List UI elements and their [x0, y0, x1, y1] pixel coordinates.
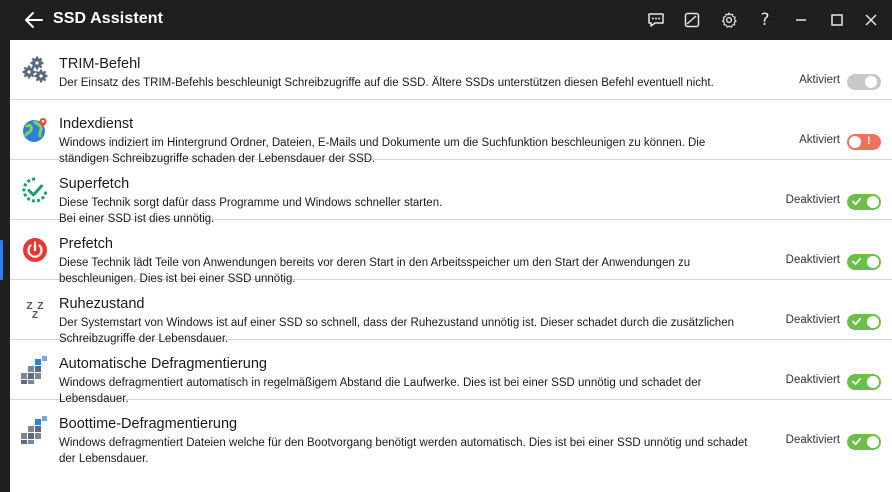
- window-title: SSD Assistent: [53, 10, 164, 27]
- gears-icon: [20, 55, 50, 85]
- setting-status: Deaktiviert: [785, 374, 840, 386]
- sleep-icon: Z Z Z: [20, 295, 50, 325]
- setting-description: Der Einsatz des TRIM-Befehls beschleunig…: [59, 77, 714, 89]
- theme-icon[interactable]: [679, 8, 705, 32]
- minimize-icon[interactable]: [788, 8, 814, 32]
- setting-toggle[interactable]: [847, 374, 881, 390]
- setting-row-boot-defrag: Boottime-Defragmentierung Windows defrag…: [10, 400, 892, 465]
- setting-row-trim: TRIM-Befehl Der Einsatz des TRIM-Befehls…: [10, 40, 892, 100]
- refresh-check-icon: [20, 175, 50, 205]
- setting-description: Windows defragmentiert Dateien welche fü…: [59, 437, 748, 465]
- help-icon[interactable]: ?: [752, 8, 778, 32]
- setting-title: Superfetch: [59, 176, 130, 192]
- setting-status: Aktiviert: [799, 134, 840, 146]
- feedback-icon[interactable]: [643, 8, 669, 32]
- setting-status: Deaktiviert: [785, 194, 840, 206]
- setting-row-ruhezustand: Z Z Z Ruhezustand Der Systemstart von Wi…: [10, 280, 892, 345]
- setting-title: Prefetch: [59, 236, 113, 252]
- sleep-glyph: Z Z Z: [26, 301, 44, 321]
- close-icon[interactable]: [858, 8, 884, 32]
- setting-title: TRIM-Befehl: [59, 56, 141, 72]
- setting-title: Indexdienst: [59, 116, 134, 132]
- setting-status: Deaktiviert: [785, 434, 840, 446]
- warning-icon: !: [867, 135, 871, 147]
- setting-toggle[interactable]: !: [847, 134, 881, 150]
- selection-marker: [0, 240, 3, 280]
- maximize-icon[interactable]: [824, 8, 850, 32]
- setting-row-superfetch: Superfetch Diese Technik sorgt dafür das…: [10, 160, 892, 225]
- setting-toggle[interactable]: [847, 74, 881, 90]
- setting-toggle[interactable]: [847, 194, 881, 210]
- setting-row-auto-defrag: Automatische Defragmentierung Windows de…: [10, 340, 892, 405]
- power-icon: [20, 235, 50, 265]
- settings-list: TRIM-Befehl Der Einsatz des TRIM-Befehls…: [10, 40, 892, 492]
- defrag-icon: [20, 355, 50, 385]
- setting-toggle[interactable]: [847, 314, 881, 330]
- defrag-icon: [20, 415, 50, 445]
- back-arrow-icon[interactable]: [20, 8, 48, 32]
- setting-row-indexdienst: Indexdienst Windows indiziert im Hinterg…: [10, 100, 892, 165]
- setting-toggle[interactable]: [847, 434, 881, 450]
- setting-title: Boottime-Defragmentierung: [59, 416, 238, 432]
- title-bar: SSD Assistent ?: [0, 0, 892, 40]
- globe-pin-icon: [20, 115, 50, 145]
- setting-status: Deaktiviert: [785, 314, 840, 326]
- setting-title: Automatische Defragmentierung: [59, 356, 267, 372]
- gear-icon[interactable]: [716, 8, 742, 32]
- setting-status: Deaktiviert: [785, 254, 840, 266]
- setting-row-prefetch: Prefetch Diese Technik lädt Teile von An…: [10, 220, 892, 285]
- left-strip: [0, 40, 10, 492]
- setting-toggle[interactable]: [847, 254, 881, 270]
- setting-title: Ruhezustand: [59, 296, 145, 312]
- setting-status: Aktiviert: [799, 74, 840, 86]
